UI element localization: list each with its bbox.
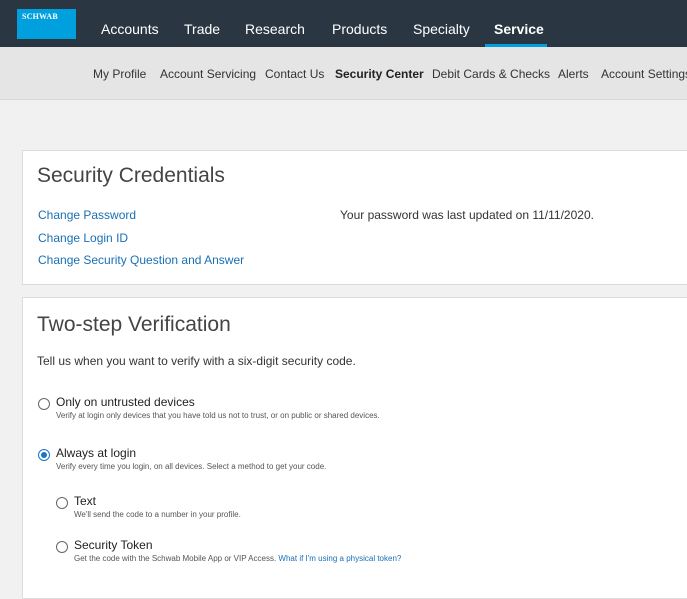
nav-specialty[interactable]: Specialty bbox=[413, 21, 470, 37]
subnav-contact-us[interactable]: Contact Us bbox=[265, 67, 324, 81]
nav-products[interactable]: Products bbox=[332, 21, 387, 37]
untrusted-devices-radio[interactable] bbox=[38, 398, 50, 410]
subnav-alerts[interactable]: Alerts bbox=[558, 67, 589, 81]
two-step-verification-title: Two-step Verification bbox=[37, 313, 231, 336]
always-at-login-label[interactable]: Always at login bbox=[56, 446, 136, 460]
untrusted-devices-description: Verify at login only devices that you ha… bbox=[56, 411, 380, 420]
security-credentials-panel: Security Credentials Change Password Cha… bbox=[22, 150, 687, 285]
physical-token-link[interactable]: What if I'm using a physical token? bbox=[278, 554, 401, 563]
nav-service[interactable]: Service bbox=[494, 21, 544, 37]
security-token-description-text: Get the code with the Schwab Mobile App … bbox=[74, 554, 277, 563]
text-method-radio[interactable] bbox=[56, 497, 68, 509]
two-step-verification-panel: Two-step Verification Tell us when you w… bbox=[22, 297, 687, 599]
untrusted-devices-label[interactable]: Only on untrusted devices bbox=[56, 395, 195, 409]
nav-accounts[interactable]: Accounts bbox=[101, 21, 159, 37]
schwab-logo[interactable]: SCHWAB bbox=[17, 9, 76, 39]
subnav-security-center[interactable]: Security Center bbox=[335, 67, 424, 81]
change-password-link[interactable]: Change Password bbox=[38, 208, 136, 222]
text-method-label[interactable]: Text bbox=[74, 494, 96, 508]
text-method-description: We'll send the code to a number in your … bbox=[74, 510, 241, 519]
nav-trade[interactable]: Trade bbox=[184, 21, 220, 37]
subnav-account-servicing[interactable]: Account Servicing bbox=[160, 67, 256, 81]
always-at-login-description: Verify every time you login, on all devi… bbox=[56, 462, 327, 471]
always-at-login-radio[interactable] bbox=[38, 449, 50, 461]
top-navigation-bar: SCHWAB Accounts Trade Research Products … bbox=[0, 0, 687, 47]
security-token-radio[interactable] bbox=[56, 541, 68, 553]
subnav-my-profile[interactable]: My Profile bbox=[93, 67, 146, 81]
security-token-description: Get the code with the Schwab Mobile App … bbox=[74, 554, 401, 563]
verification-prompt: Tell us when you want to verify with a s… bbox=[37, 354, 356, 368]
change-login-id-link[interactable]: Change Login ID bbox=[38, 231, 128, 245]
change-security-question-link[interactable]: Change Security Question and Answer bbox=[38, 253, 244, 267]
nav-research[interactable]: Research bbox=[245, 21, 305, 37]
security-credentials-title: Security Credentials bbox=[37, 164, 225, 187]
security-token-label[interactable]: Security Token bbox=[74, 538, 153, 552]
subnav-account-settings[interactable]: Account Settings bbox=[601, 67, 687, 81]
logo-text: SCHWAB bbox=[22, 12, 58, 21]
sub-navigation-bar: My Profile Account Servicing Contact Us … bbox=[0, 47, 687, 100]
password-last-updated-text: Your password was last updated on 11/11/… bbox=[340, 208, 594, 222]
subnav-debit-cards-checks[interactable]: Debit Cards & Checks bbox=[432, 67, 550, 81]
